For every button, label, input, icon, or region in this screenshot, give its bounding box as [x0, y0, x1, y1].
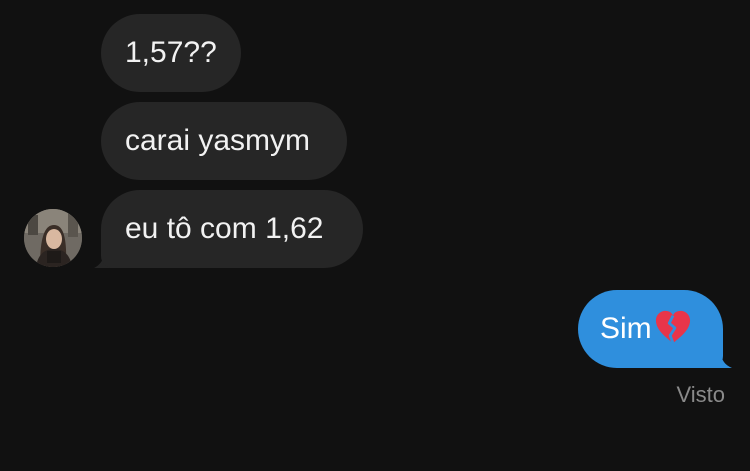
seen-status: Visto — [676, 382, 725, 407]
message-bubble-incoming[interactable]: carai yasmym — [101, 102, 347, 180]
message-text: eu tô com 1,62 — [125, 212, 324, 245]
message-text: Sim — [600, 312, 652, 345]
message-bubble-outgoing[interactable]: Sim — [578, 290, 723, 368]
avatar-image — [24, 209, 82, 267]
message-text: carai yasmym — [125, 124, 311, 157]
broken-heart-icon — [655, 310, 690, 344]
avatar[interactable] — [24, 209, 82, 267]
message-text: 1,57?? — [125, 36, 217, 69]
bubble-tail — [708, 352, 732, 368]
message-bubble-incoming[interactable]: 1,57?? — [101, 14, 241, 92]
chat-screen: 1,57?? carai yasmym eu tô com 1,62 Sim V… — [0, 0, 750, 471]
message-bubble-incoming[interactable]: eu tô com 1,62 — [101, 190, 363, 268]
